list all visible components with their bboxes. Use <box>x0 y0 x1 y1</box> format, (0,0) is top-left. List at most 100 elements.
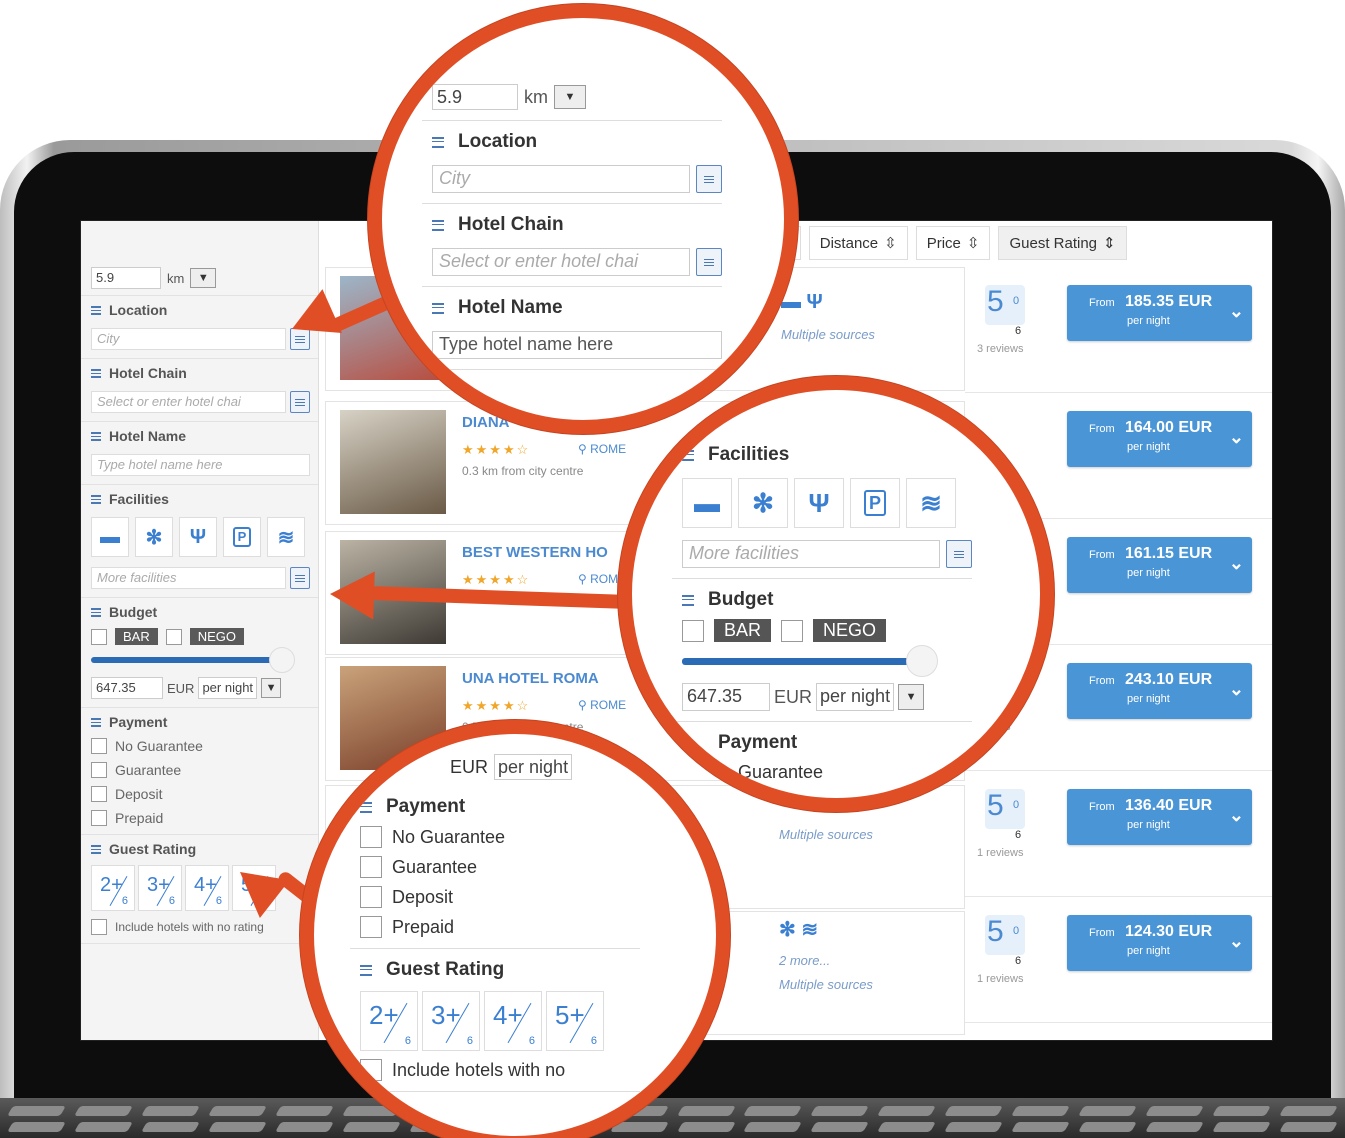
collapse-icon[interactable] <box>91 717 101 727</box>
bar-checkbox[interactable] <box>682 619 704 642</box>
chevron-down-icon[interactable]: ▼ <box>898 684 925 710</box>
pool-icon[interactable]: ≋ <box>906 478 956 528</box>
pool-icon[interactable]: ≋ <box>267 517 305 557</box>
list-icon[interactable] <box>946 540 972 568</box>
hotel-name-link[interactable]: BEST WESTERN HO <box>462 544 608 561</box>
rating-4-button[interactable]: 4+ 6 <box>185 865 229 911</box>
hotel-city: ⚲ ROM <box>578 572 619 586</box>
period-select[interactable]: per night <box>198 677 258 699</box>
snowflake-icon[interactable]: ✻ <box>135 517 173 557</box>
collapse-icon[interactable] <box>91 844 101 854</box>
multiple-sources-link[interactable]: Multiple sources <box>779 977 873 992</box>
collapse-icon[interactable] <box>91 494 101 504</box>
collapse-icon[interactable] <box>432 219 444 231</box>
no-guarantee-checkbox[interactable] <box>360 826 382 848</box>
collapse-icon[interactable] <box>91 368 101 378</box>
budget-input[interactable]: 647.35 <box>682 683 770 711</box>
more-facilities-input[interactable]: More facilities <box>682 540 940 568</box>
chevron-down-icon: ⌄ <box>1228 805 1244 825</box>
guarantee-checkbox[interactable] <box>91 762 107 778</box>
hotel-name-link[interactable]: UNA HOTEL ROMA <box>462 670 599 687</box>
deposit-checkbox[interactable] <box>91 786 107 802</box>
multiple-sources-link[interactable]: Multiple sources <box>779 827 873 842</box>
include-no-rating-checkbox[interactable] <box>91 919 107 935</box>
collapse-icon[interactable] <box>91 431 101 441</box>
price-button[interactable]: From 164.00 EUR per night ⌄ <box>1067 411 1252 467</box>
payment-option: Prepaid <box>392 916 455 937</box>
sort-price-button[interactable]: Price ⇳ <box>915 226 991 260</box>
collapse-icon[interactable] <box>91 607 101 617</box>
hotel-chain-input[interactable]: Select or enter hotel chai <box>432 248 690 276</box>
budget-input[interactable]: 647.35 <box>91 677 163 699</box>
chevron-down-icon: ⌄ <box>1228 931 1244 951</box>
list-icon[interactable] <box>696 248 722 276</box>
deposit-checkbox[interactable] <box>360 886 382 908</box>
rating-2-button[interactable]: 2+ 6 <box>91 865 135 911</box>
list-icon[interactable] <box>696 165 722 193</box>
budget-slider[interactable] <box>682 645 938 677</box>
prepaid-checkbox[interactable] <box>91 810 107 826</box>
star-rating: ★★★★☆ <box>462 572 531 587</box>
hotel-chain-label: Hotel Chain <box>109 365 187 381</box>
list-icon[interactable] <box>290 391 310 413</box>
bar-checkbox[interactable] <box>91 628 107 645</box>
sort-distance-button[interactable]: Distance ⇳ <box>808 226 908 260</box>
collapse-icon[interactable] <box>682 449 694 461</box>
prepaid-checkbox[interactable] <box>360 916 382 938</box>
computer-icon[interactable]: ▬ <box>91 517 129 557</box>
more-facilities-input[interactable]: More facilities <box>91 567 286 589</box>
rating-3-button[interactable]: 3+ 6 <box>422 991 480 1051</box>
hotel-chain-input[interactable]: Select or enter hotel chai <box>91 391 286 413</box>
hotel-chain-section: Hotel Chain Select or enter hotel chai <box>81 359 318 422</box>
nego-checkbox[interactable] <box>165 628 182 645</box>
city-input[interactable]: City <box>432 165 690 193</box>
price-button[interactable]: From 243.10 EUR per night ⌄ <box>1067 663 1252 719</box>
rating-2-button[interactable]: 2+ 6 <box>360 991 418 1051</box>
price-button[interactable]: From 161.15 EUR per night ⌄ <box>1067 537 1252 593</box>
sort-guest-rating-button[interactable]: Guest Rating ⇕ <box>998 226 1127 260</box>
hotel-name-input[interactable]: Type hotel name here <box>91 454 310 476</box>
multiple-sources-link[interactable]: Multiple sources <box>781 327 875 342</box>
no-guarantee-checkbox[interactable] <box>91 738 107 754</box>
include-no-rating-checkbox[interactable] <box>360 1059 382 1081</box>
collapse-icon[interactable] <box>360 964 372 976</box>
parking-icon[interactable]: P <box>223 517 261 557</box>
hotel-name-input[interactable]: Type hotel name here <box>432 331 722 359</box>
chevron-down-icon[interactable]: ▼ <box>261 678 282 698</box>
rating-5-button[interactable]: 5+ 6 <box>546 991 604 1051</box>
location-label: Location <box>109 302 168 318</box>
period-select[interactable]: per night <box>816 683 895 711</box>
list-icon[interactable] <box>290 567 310 589</box>
chevron-down-icon[interactable]: ▼ <box>190 268 217 288</box>
computer-icon[interactable]: ▬ <box>682 478 732 528</box>
more-facilities-link[interactable]: 2 more... <box>779 953 830 968</box>
slider-handle[interactable] <box>269 647 295 673</box>
snowflake-icon[interactable]: ✻ <box>738 478 788 528</box>
rating-4-button[interactable]: 4+ 6 <box>484 991 542 1051</box>
fitness-icon[interactable]: Ψ <box>794 478 844 528</box>
price-button[interactable]: From 124.30 EUR per night ⌄ <box>1067 915 1252 971</box>
guarantee-checkbox[interactable] <box>360 856 382 878</box>
rating-3-button[interactable]: 3+ 6 <box>138 865 182 911</box>
collapse-icon[interactable] <box>432 136 444 148</box>
slider-handle[interactable] <box>906 645 938 677</box>
nego-checkbox[interactable] <box>781 619 804 642</box>
distance-input[interactable]: 5.9 <box>91 267 161 289</box>
chevron-down-icon[interactable]: ▼ <box>554 85 586 109</box>
collapse-icon[interactable] <box>360 801 372 813</box>
budget-slider[interactable] <box>91 647 295 673</box>
period-select[interactable]: per night <box>494 754 573 780</box>
collapse-icon[interactable] <box>432 302 444 314</box>
hotel-city: ⚲ ROME <box>578 442 627 456</box>
fitness-icon[interactable]: Ψ <box>179 517 217 557</box>
price-button[interactable]: From 136.40 EUR per night ⌄ <box>1067 789 1252 845</box>
currency-label: EUR <box>167 680 195 696</box>
parking-icon[interactable]: P <box>850 478 900 528</box>
distance-input[interactable]: 5.9 <box>432 84 518 110</box>
filter-sidebar: 5.9 km ▼ Location City Hotel Chain Selec… <box>81 221 319 1040</box>
collapse-icon[interactable] <box>682 594 694 606</box>
price-button[interactable]: From 185.35 EUR per night ⌄ <box>1067 285 1252 341</box>
chevron-down-icon: ⌄ <box>1228 553 1244 573</box>
collapse-icon[interactable] <box>91 305 101 315</box>
city-input[interactable]: City <box>91 328 286 350</box>
